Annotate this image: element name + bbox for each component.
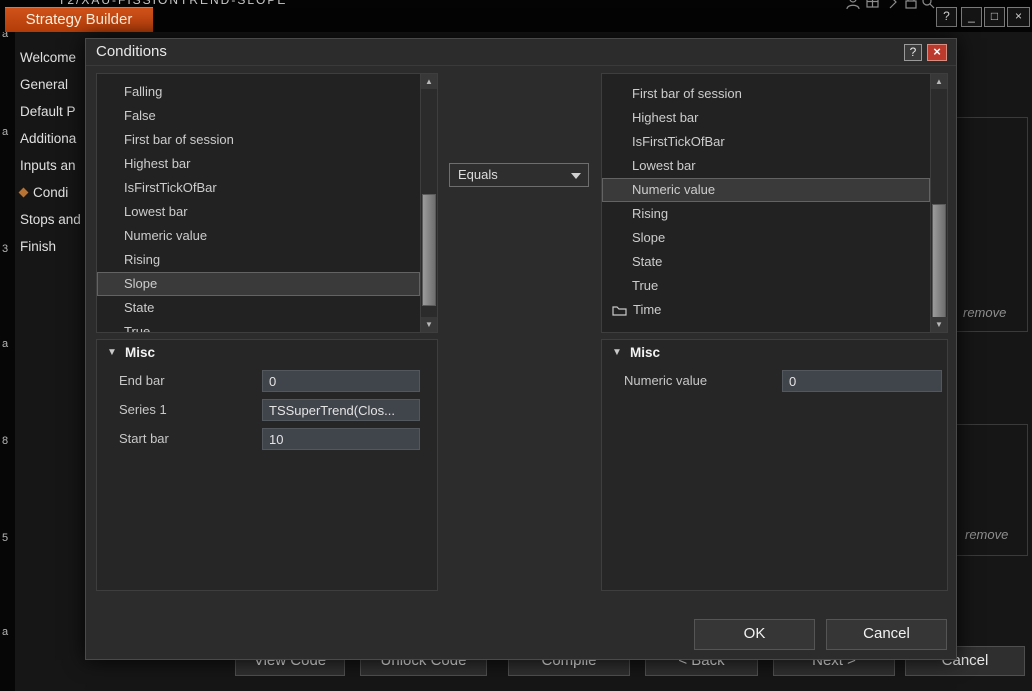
edge-char: 8 — [2, 435, 9, 447]
prop-label: Series 1 — [119, 402, 167, 417]
list-item[interactable]: True — [602, 274, 930, 298]
list-item[interactable]: False — [97, 104, 420, 128]
dialog-titlebar: Conditions ? × — [86, 39, 956, 66]
person-icon[interactable] — [846, 0, 860, 10]
misc-group-header[interactable]: ▼ Misc — [97, 340, 437, 366]
dialog-help-button[interactable]: ? — [904, 44, 922, 61]
list-item[interactable]: Lowest bar — [602, 154, 930, 178]
left-edge-strip: a a 3 a 8 5 a — [0, 0, 15, 691]
list-item[interactable]: Lowest bar — [97, 200, 420, 224]
search-icon[interactable] — [921, 0, 935, 10]
scroll-down-icon[interactable]: ▼ — [421, 317, 437, 332]
list-item[interactable]: Highest bar — [97, 152, 420, 176]
list-item[interactable]: Highest bar — [602, 106, 930, 130]
window-minimize-button[interactable]: _ — [961, 7, 982, 27]
misc-group-header[interactable]: ▼ Misc — [602, 340, 947, 366]
list-item[interactable]: State — [602, 250, 930, 274]
edge-char: 5 — [2, 532, 9, 544]
group-label: Misc — [125, 345, 156, 360]
window-title-text: T2/XAU-FISSIONTREND-SLOPE — [58, 0, 288, 7]
list-item[interactable]: Numeric value — [97, 224, 420, 248]
list-item[interactable]: IsFirstTickOfBar — [97, 176, 420, 200]
dialog-title: Conditions — [96, 43, 167, 60]
prop-row-numeric-value: Numeric value — [602, 370, 947, 393]
cancel-button[interactable]: Cancel — [826, 619, 947, 650]
list-item[interactable]: Slope — [602, 226, 930, 250]
remove-link[interactable]: remove — [963, 305, 1006, 320]
lock-icon[interactable] — [904, 0, 918, 10]
numeric-value-input[interactable] — [782, 370, 942, 392]
edge-char: a — [2, 626, 9, 638]
left-operand-list: Falling False First bar of session Highe… — [96, 73, 438, 333]
conditions-diamond-icon — [18, 187, 29, 198]
window-close-button[interactable]: × — [1007, 7, 1030, 27]
window-titlebar: T2/XAU-FISSIONTREND-SLOPE Strategy Build… — [0, 0, 1032, 32]
dialog-close-button[interactable]: × — [927, 44, 947, 61]
right-operand-list: First bar of session Highest bar IsFirst… — [601, 73, 948, 333]
group-label: Misc — [630, 345, 661, 360]
window-help-button[interactable]: ? — [936, 7, 957, 27]
expander-icon[interactable]: ▼ — [107, 347, 117, 358]
list-item[interactable]: Falling — [97, 80, 420, 104]
folder-icon — [612, 306, 627, 316]
list-item[interactable]: Rising — [97, 248, 420, 272]
scrollbar[interactable]: ▲ ▼ — [930, 74, 947, 332]
scroll-up-icon[interactable]: ▲ — [421, 74, 437, 89]
right-properties-panel: ▼ Misc Numeric value — [601, 339, 948, 591]
ok-button[interactable]: OK — [694, 619, 815, 650]
list-item[interactable]: IsFirstTickOfBar — [602, 130, 930, 154]
list-item-time-folder[interactable]: Time — [602, 298, 930, 322]
prop-row-end-bar: End bar — [97, 370, 437, 393]
prop-label: Numeric value — [624, 373, 708, 388]
prop-label: End bar — [119, 373, 165, 388]
strategy-builder-tab: Strategy Builder — [5, 7, 153, 32]
conditions-dialog: Conditions ? × Falling False First bar o… — [85, 38, 957, 660]
list-item[interactable]: First bar of session — [602, 82, 930, 106]
scrollbar-thumb[interactable] — [422, 194, 436, 306]
scroll-up-icon[interactable]: ▲ — [931, 74, 947, 89]
edge-char: a — [2, 126, 9, 138]
edge-char: 3 — [2, 243, 9, 255]
window-maximize-button[interactable]: □ — [984, 7, 1005, 27]
prop-label: Start bar — [119, 431, 169, 446]
left-properties-panel: ▼ Misc End bar Series 1 Start bar — [96, 339, 438, 591]
chevron-down-icon — [571, 173, 581, 179]
list-item-selected[interactable]: Slope — [97, 272, 420, 296]
chevron-right-icon[interactable] — [886, 0, 900, 10]
list-item[interactable]: First bar of session — [97, 128, 420, 152]
list-item-selected[interactable]: Numeric value — [602, 178, 930, 202]
grid-icon[interactable] — [866, 0, 880, 10]
prop-row-series-1: Series 1 — [97, 399, 437, 422]
list-item[interactable]: State — [97, 296, 420, 320]
operator-value: Equals — [458, 167, 498, 182]
list-item[interactable]: True — [97, 320, 420, 332]
edge-char: a — [2, 338, 9, 350]
scrollbar-thumb[interactable] — [932, 204, 946, 324]
end-bar-input[interactable] — [262, 370, 420, 392]
scroll-down-icon[interactable]: ▼ — [931, 317, 947, 332]
prop-row-start-bar: Start bar — [97, 428, 437, 451]
remove-link[interactable]: remove — [965, 527, 1008, 542]
scrollbar[interactable]: ▲ ▼ — [420, 74, 437, 332]
start-bar-input[interactable] — [262, 428, 420, 450]
operator-select[interactable]: Equals — [449, 163, 589, 187]
list-item[interactable]: Rising — [602, 202, 930, 226]
series-1-input[interactable] — [262, 399, 420, 421]
expander-icon[interactable]: ▼ — [612, 347, 622, 358]
